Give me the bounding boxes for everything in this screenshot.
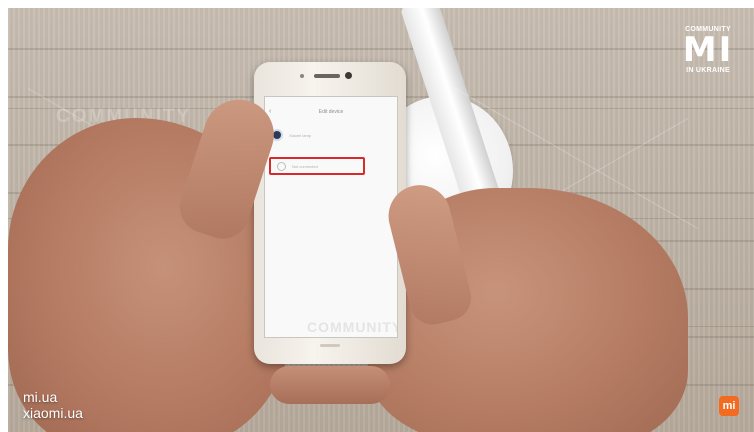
option-row-device[interactable]: Xiaomi lamp — [271, 127, 391, 143]
screen-watermark: COMMUNITY — [307, 319, 398, 335]
radio-icon[interactable] — [277, 161, 286, 171]
status-bar — [265, 97, 397, 107]
mi-community-logo: COMMUNITY MI IN UKRAINE — [678, 26, 738, 74]
site-links: mi.ua xiaomi.ua — [23, 389, 83, 421]
phone: ‹ Edit device Xiaomi lamp Not connected … — [254, 62, 406, 364]
phone-camera — [345, 72, 352, 79]
video-frame: COMMUNITY ‹ Edit device Xiaomi lamp Not … — [8, 8, 754, 432]
site-mi-ua: mi.ua — [23, 389, 58, 405]
back-icon[interactable]: ‹ — [269, 108, 271, 115]
phone-speaker — [314, 74, 340, 78]
phone-home-bar — [320, 344, 340, 347]
highlighted-option[interactable]: Not connected — [269, 157, 365, 175]
logo-bottom-text: IN UKRAINE — [686, 67, 730, 74]
option-label: Xiaomi lamp — [289, 132, 312, 138]
phone-screen: ‹ Edit device Xiaomi lamp Not connected … — [264, 96, 398, 338]
option-label: Not connected — [292, 163, 318, 169]
mi-logo-icon: MI — [682, 30, 734, 70]
screen-title: Edit device — [318, 109, 344, 115]
site-xiaomi-ua: xiaomi.ua — [23, 405, 83, 421]
phone-sensor — [300, 74, 304, 78]
bottom-finger — [270, 366, 390, 404]
mi-badge-icon: mi — [719, 396, 739, 416]
